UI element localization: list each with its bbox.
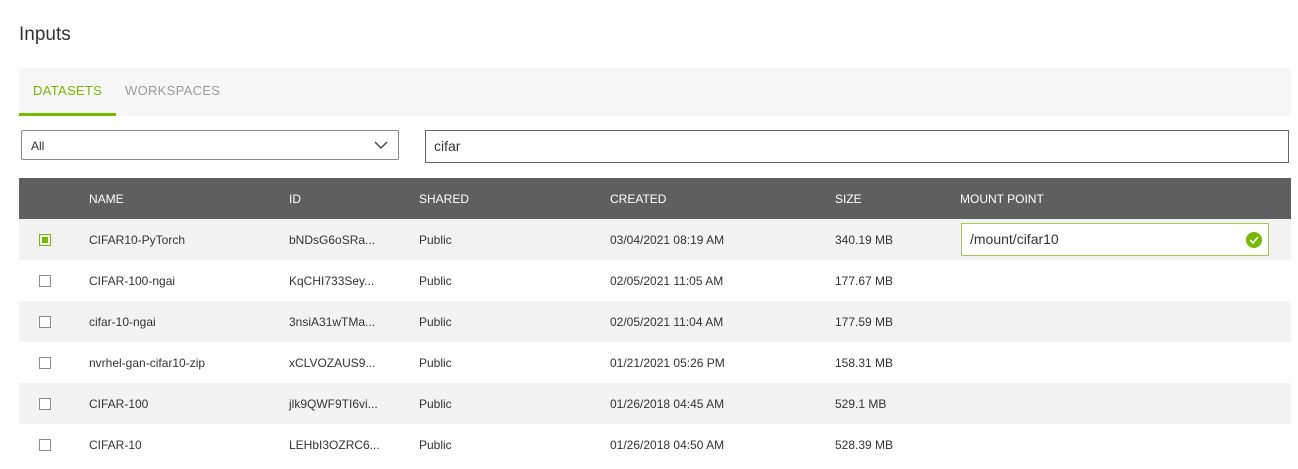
row-checkbox[interactable] (39, 357, 51, 370)
mount-point-field[interactable] (961, 223, 1269, 256)
mount-point-cell (960, 260, 1291, 301)
header-name[interactable]: NAME (89, 178, 289, 219)
dataset-id: bNDsG6oSRa... (289, 219, 419, 260)
check-circle-icon (1246, 232, 1262, 248)
header-size[interactable]: SIZE (835, 178, 960, 219)
chevron-down-icon (374, 141, 388, 149)
header-mount-point[interactable]: MOUNT POINT (960, 178, 1291, 219)
search-input[interactable] (426, 131, 1274, 161)
dataset-size: 528.39 MB (835, 424, 960, 465)
dataset-size: 177.67 MB (835, 260, 960, 301)
dataset-shared: Public (419, 260, 610, 301)
dataset-name: cifar-10-ngai (89, 301, 289, 342)
header-created[interactable]: CREATED (610, 178, 835, 219)
filter-selected-value: All (31, 139, 45, 153)
table-row[interactable]: nvrhel-gan-cifar10-zip xCLVOZAUS9... Pub… (19, 342, 1291, 383)
datasets-table: NAME ID SHARED CREATED SIZE MOUNT POINT … (19, 178, 1291, 465)
dataset-size: 177.59 MB (835, 301, 960, 342)
mount-point-cell (960, 424, 1291, 465)
dataset-created: 02/05/2021 11:05 AM (610, 260, 835, 301)
tab-workspaces[interactable]: WORKSPACES (125, 68, 220, 116)
header-id[interactable]: ID (289, 178, 419, 219)
dataset-created: 03/04/2021 08:19 AM (610, 219, 835, 260)
table-row[interactable]: CIFAR-100 jlk9QWF9TI6vi... Public 01/26/… (19, 383, 1291, 424)
dataset-id: xCLVOZAUS9... (289, 342, 419, 383)
table-header-row: NAME ID SHARED CREATED SIZE MOUNT POINT (19, 178, 1291, 219)
row-checkbox[interactable] (39, 439, 51, 452)
dataset-shared: Public (419, 342, 610, 383)
dataset-name: CIFAR-100 (89, 383, 289, 424)
dataset-name: CIFAR10-PyTorch (89, 219, 289, 260)
table-row[interactable]: cifar-10-ngai 3nsiA31wTMa... Public 02/0… (19, 301, 1291, 342)
header-shared[interactable]: SHARED (419, 178, 610, 219)
dataset-id: jlk9QWF9TI6vi... (289, 383, 419, 424)
row-checkbox[interactable] (39, 234, 51, 247)
table-row[interactable]: CIFAR10-PyTorch bNDsG6oSRa... Public 03/… (19, 219, 1291, 260)
page-title: Inputs (19, 24, 71, 45)
mount-point-cell (960, 301, 1291, 342)
dataset-filter-select[interactable]: All (21, 130, 399, 160)
dataset-id: LEHbI3OZRC6... (289, 424, 419, 465)
dataset-name: CIFAR-10 (89, 424, 289, 465)
dataset-id: KqCHI733Sey... (289, 260, 419, 301)
mount-point-cell (960, 342, 1291, 383)
table-row[interactable]: CIFAR-100-ngai KqCHI733Sey... Public 02/… (19, 260, 1291, 301)
mount-point-cell (960, 383, 1291, 424)
dataset-created: 02/05/2021 11:04 AM (610, 301, 835, 342)
row-checkbox[interactable] (39, 275, 51, 288)
row-checkbox[interactable] (39, 398, 51, 411)
tab-bar: DATASETS WORKSPACES (19, 68, 1291, 116)
dataset-created: 01/21/2021 05:26 PM (610, 342, 835, 383)
row-checkbox[interactable] (39, 316, 51, 329)
dataset-shared: Public (419, 383, 610, 424)
search-field[interactable] (425, 130, 1289, 163)
dataset-created: 01/26/2018 04:50 AM (610, 424, 835, 465)
table-row[interactable]: CIFAR-10 LEHbI3OZRC6... Public 01/26/201… (19, 424, 1291, 465)
dataset-shared: Public (419, 301, 610, 342)
dataset-shared: Public (419, 219, 610, 260)
dataset-shared: Public (419, 424, 610, 465)
tab-datasets[interactable]: DATASETS (19, 68, 117, 116)
dataset-size: 529.1 MB (835, 383, 960, 424)
dataset-name: nvrhel-gan-cifar10-zip (89, 342, 289, 383)
dataset-name: CIFAR-100-ngai (89, 260, 289, 301)
dataset-size: 158.31 MB (835, 342, 960, 383)
mount-point-input[interactable] (962, 224, 1240, 254)
dataset-created: 01/26/2018 04:45 AM (610, 383, 835, 424)
dataset-size: 340.19 MB (835, 219, 960, 260)
header-select (19, 178, 89, 219)
dataset-id: 3nsiA31wTMa... (289, 301, 419, 342)
